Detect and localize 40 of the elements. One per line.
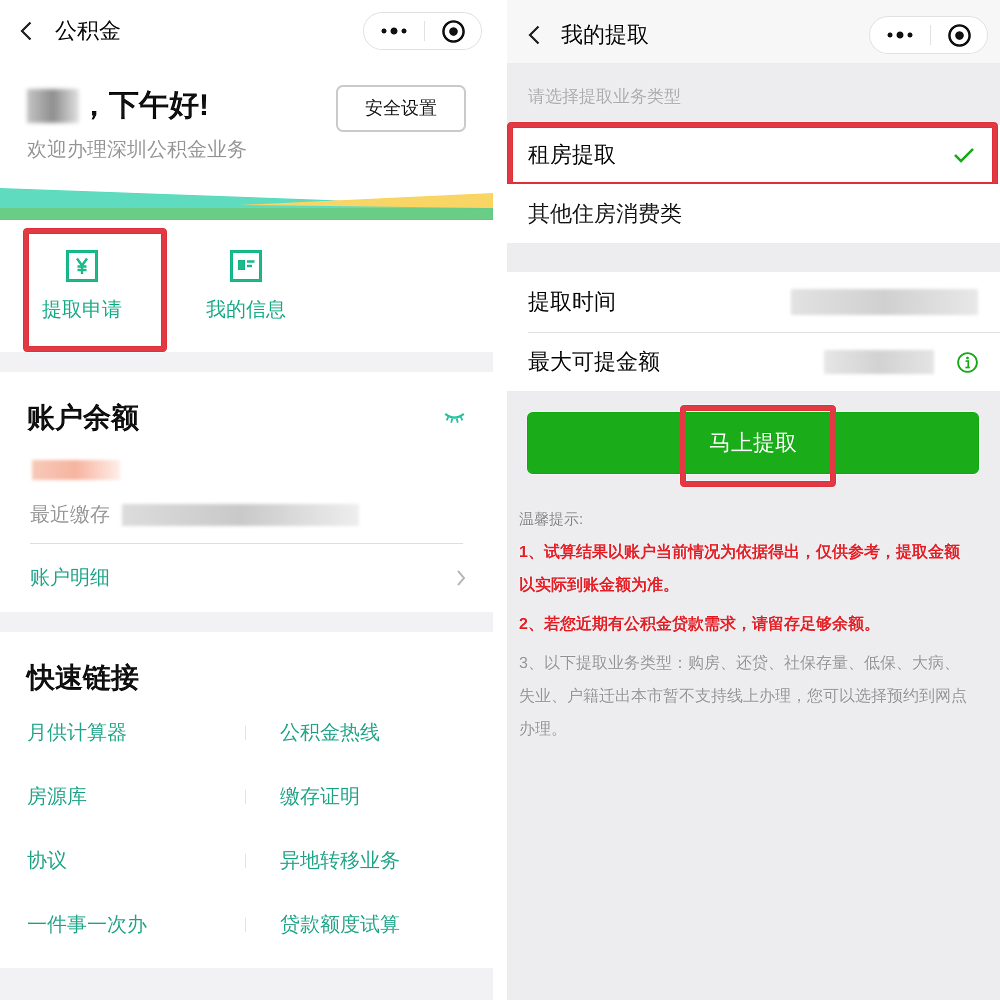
- tip-text: 2、若您近期有公积金贷款需求，请留存足够余额。: [519, 614, 881, 635]
- check-icon: [953, 146, 975, 162]
- account-detail-link[interactable]: 账户明细: [27, 544, 466, 612]
- back-icon[interactable]: [20, 21, 32, 41]
- withdraw-button[interactable]: 马上提取: [527, 412, 979, 474]
- quick-link[interactable]: 公积金热线: [280, 719, 380, 747]
- blurred-name: [27, 89, 79, 123]
- back-icon[interactable]: [528, 25, 540, 45]
- tip-text: 1、试算结果以账户当前情况为依据得出，仅供参考，提取金额以实际到账金额为准。: [519, 542, 961, 596]
- more-icon[interactable]: [381, 27, 407, 35]
- quick-link[interactable]: 异地转移业务: [280, 847, 400, 875]
- security-settings-button[interactable]: 安全设置: [336, 85, 466, 132]
- prompt-text: 请选择提取业务类型: [528, 87, 681, 106]
- quick-link[interactable]: 协议: [27, 847, 67, 875]
- quick-link[interactable]: 缴存证明: [280, 783, 360, 811]
- section-title: 账户余额: [27, 401, 139, 435]
- quick-link[interactable]: 房源库: [27, 783, 87, 811]
- card-icon: [230, 250, 262, 282]
- quick-link[interactable]: 贷款额度试算: [280, 911, 400, 939]
- shortcut-button[interactable]: 提取申请: [42, 250, 122, 324]
- more-icon[interactable]: [887, 31, 913, 39]
- field-label: 提取时间: [528, 288, 616, 316]
- section-title: 快速链接: [27, 661, 139, 695]
- info-icon[interactable]: [957, 352, 978, 372]
- tip-text: 3、以下提取业务类型：购房、还贷、社保存量、低保、大病、失业、户籍迁出本市暂不支持线上办理，您可以选择预约到网点办理。: [519, 654, 968, 740]
- circle-dot-icon[interactable]: [442, 20, 464, 42]
- chevron-right-icon: [456, 569, 466, 587]
- quick-link[interactable]: 月供计算器: [27, 719, 127, 747]
- page-title: 我的提取: [561, 21, 649, 49]
- field-label: 最大可提金额: [528, 348, 660, 376]
- circle-dot-icon[interactable]: [948, 24, 970, 46]
- welcome-text: 欢迎办理深圳公积金业务: [27, 138, 247, 163]
- field-label: 最近缴存: [30, 503, 110, 528]
- page-title: 公积金: [55, 17, 121, 45]
- withdrawal-type-option[interactable]: 其他住房消费类: [507, 184, 1000, 243]
- tips-title: 温馨提示:: [519, 510, 584, 530]
- quick-link[interactable]: 一件事一次办: [27, 911, 147, 939]
- yen-icon: [66, 250, 98, 282]
- shortcut-button[interactable]: 我的信息: [206, 250, 286, 324]
- greeting-text: ，下午好!: [79, 88, 209, 124]
